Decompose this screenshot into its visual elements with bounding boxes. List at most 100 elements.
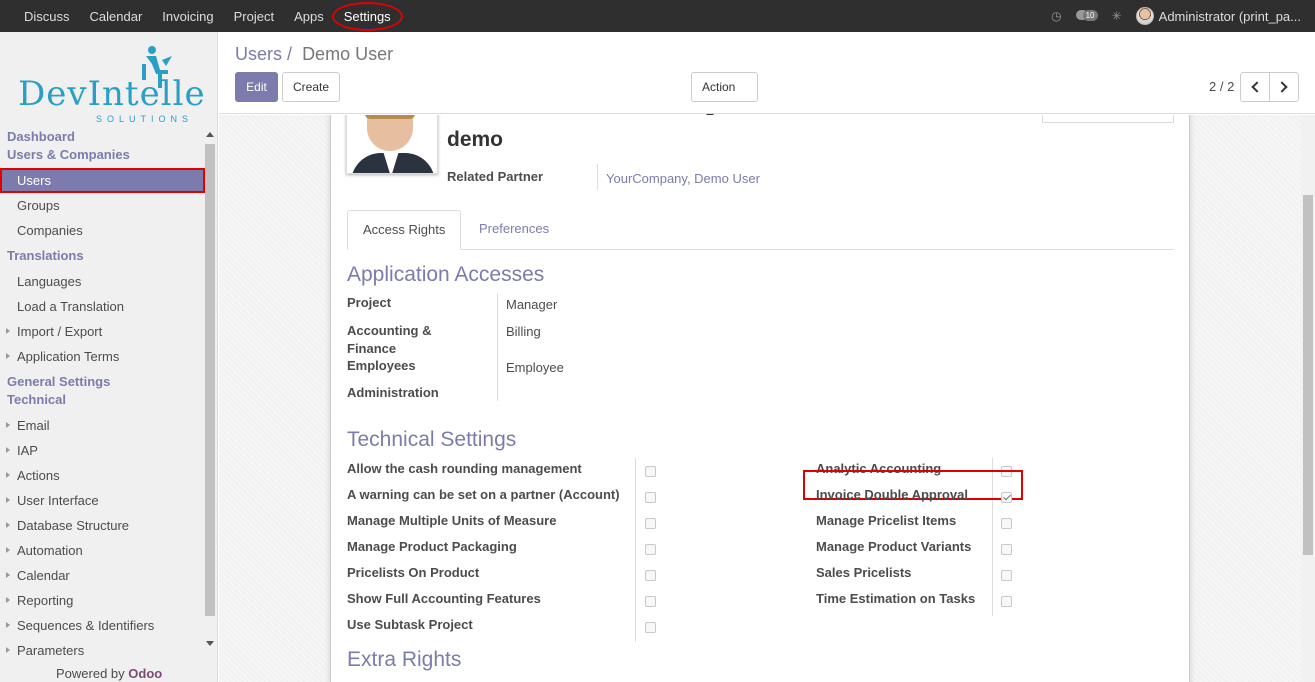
- checkbox-product-packaging[interactable]: [645, 544, 656, 555]
- breadcrumb-separator: /: [287, 44, 293, 64]
- sidebar-item-parameters[interactable]: Parameters: [0, 638, 205, 663]
- checkbox-subtask-project[interactable]: [645, 622, 656, 633]
- main-scrollbar[interactable]: [1301, 115, 1315, 682]
- systray: ◷ 10 ✳ Administrator (print_pa...: [1051, 0, 1301, 32]
- button-box: [1042, 115, 1174, 123]
- sidebar-header-users-companies[interactable]: Users & Companies: [0, 146, 205, 164]
- notebook-tabs: Access Rights Preferences: [347, 210, 1174, 250]
- sidebar-item-application-terms[interactable]: Application Terms: [0, 344, 205, 369]
- checkbox-full-accounting[interactable]: [645, 596, 656, 607]
- top-navbar: Discuss Calendar Invoicing Project Apps …: [0, 0, 1315, 32]
- company-logo[interactable]: DevIntelle SOLUTIONS: [16, 44, 206, 124]
- sidebar-item-database-structure[interactable]: Database Structure: [0, 513, 205, 538]
- sidebar-item-actions[interactable]: Actions: [0, 463, 205, 488]
- sidebar-item-calendar[interactable]: Calendar: [0, 563, 205, 588]
- edit-button[interactable]: Edit: [235, 72, 278, 102]
- sidebar-header-dashboard[interactable]: Dashboard: [0, 128, 205, 146]
- tech-label-full-accounting: Show Full Accounting Features: [347, 591, 541, 606]
- related-partner-label: Related Partner: [447, 169, 544, 184]
- avatar: [1135, 7, 1154, 25]
- breadcrumb-current: Demo User: [302, 44, 394, 64]
- divider: [497, 293, 498, 401]
- checkbox-sales-pricelists[interactable]: [1001, 570, 1012, 581]
- odoo-link[interactable]: Odoo: [128, 666, 162, 681]
- sidebar-item-email[interactable]: Email: [0, 413, 205, 438]
- field-value-employees[interactable]: Employee: [506, 360, 564, 375]
- tech-label-invoice-double-approval: Invoice Double Approval: [816, 487, 968, 502]
- clock-icon[interactable]: ◷: [1051, 9, 1061, 23]
- checkbox-pricelist-items[interactable]: [1001, 518, 1012, 529]
- scrollbar-thumb[interactable]: [205, 144, 215, 616]
- chat-icon[interactable]: 10: [1075, 9, 1098, 23]
- sidebar-menu: Dashboard Users & Companies Users Groups…: [0, 128, 205, 663]
- sidebar-scrollbar[interactable]: [204, 128, 216, 668]
- section-application-accesses: Application Accesses: [347, 263, 545, 286]
- sidebar-item-reporting[interactable]: Reporting: [0, 588, 205, 613]
- tech-label-sales-pricelists: Sales Pricelists: [816, 565, 912, 580]
- chevron-left-icon: [1251, 81, 1263, 93]
- sidebar-item-companies[interactable]: Companies: [0, 218, 205, 243]
- sidebar-item-user-interface[interactable]: User Interface: [0, 488, 205, 513]
- sidebar-item-iap[interactable]: IAP: [0, 438, 205, 463]
- tab-preferences[interactable]: Preferences: [464, 210, 564, 250]
- checkbox-product-variants[interactable]: [1001, 544, 1012, 555]
- sidebar-item-import-export[interactable]: Import / Export: [0, 319, 205, 344]
- user-photo[interactable]: [346, 115, 438, 174]
- action-dropdown[interactable]: Action: [691, 72, 758, 118]
- chat-count-badge: 10: [1082, 10, 1098, 21]
- sidebar-item-sequences[interactable]: Sequences & Identifiers: [0, 613, 205, 638]
- debug-bug-icon[interactable]: ✳: [1112, 9, 1122, 23]
- sidebar-item-languages[interactable]: Languages: [0, 269, 205, 294]
- sidebar-header-general-settings[interactable]: General Settings: [0, 373, 205, 391]
- field-label-administration: Administration: [347, 385, 439, 400]
- menu-calendar[interactable]: Calendar: [80, 9, 153, 24]
- tech-label-product-variants: Manage Product Variants: [816, 539, 972, 554]
- tab-access-rights[interactable]: Access Rights: [347, 210, 462, 250]
- sidebar-header-technical[interactable]: Technical: [0, 391, 205, 409]
- pager-value[interactable]: 2 / 2: [1209, 79, 1234, 94]
- checkbox-cash-rounding[interactable]: [645, 466, 656, 477]
- related-partner-link[interactable]: YourCompany, Demo User: [606, 171, 760, 186]
- sidebar-item-users[interactable]: Users: [0, 168, 205, 193]
- app-menu: Discuss Calendar Invoicing Project Apps …: [14, 0, 403, 32]
- user-menu[interactable]: Administrator (print_pa...: [1135, 7, 1301, 25]
- divider: [597, 164, 598, 190]
- menu-invoicing[interactable]: Invoicing: [152, 9, 223, 24]
- tech-label-partner-warning: A warning can be set on a partner (Accou…: [347, 487, 620, 502]
- breadcrumb-users[interactable]: Users: [235, 44, 282, 64]
- user-name: Administrator (print_pa...: [1158, 8, 1301, 24]
- pager-previous-button[interactable]: [1240, 72, 1270, 102]
- chevron-right-icon: [1276, 81, 1288, 93]
- menu-project[interactable]: Project: [224, 9, 284, 24]
- breadcrumb: Users / Demo User: [235, 44, 393, 65]
- menu-discuss[interactable]: Discuss: [14, 9, 80, 24]
- form-view: demo Related Partner YourCompany, Demo U…: [219, 115, 1301, 682]
- divider: [635, 458, 636, 642]
- scrollbar-thumb[interactable]: [1303, 195, 1313, 555]
- tech-label-product-packaging: Manage Product Packaging: [347, 539, 517, 554]
- checkbox-partner-warning[interactable]: [645, 492, 656, 503]
- menu-settings[interactable]: Settings: [331, 1, 403, 31]
- tech-label-cash-rounding: Allow the cash rounding management: [347, 461, 582, 476]
- menu-apps[interactable]: Apps: [284, 9, 334, 24]
- checkbox-time-estimation[interactable]: [1001, 596, 1012, 607]
- checkbox-pricelists-on-product[interactable]: [645, 570, 656, 581]
- field-value-project[interactable]: Manager: [506, 297, 557, 312]
- sidebar-item-groups[interactable]: Groups: [0, 193, 205, 218]
- checkbox-invoice-double-approval[interactable]: [1001, 492, 1012, 503]
- scroll-down-icon[interactable]: [206, 641, 214, 646]
- scroll-up-icon[interactable]: [206, 132, 214, 137]
- form-sheet: demo Related Partner YourCompany, Demo U…: [330, 115, 1190, 682]
- tech-label-multiple-uom: Manage Multiple Units of Measure: [347, 513, 557, 528]
- sidebar-item-automation[interactable]: Automation: [0, 538, 205, 563]
- field-value-accounting[interactable]: Billing: [506, 324, 541, 339]
- checkbox-multiple-uom[interactable]: [645, 518, 656, 529]
- tech-label-time-estimation: Time Estimation on Tasks: [816, 591, 976, 606]
- control-panel: Users / Demo User Edit Create Action 2 /…: [219, 32, 1315, 118]
- sidebar-item-load-translation[interactable]: Load a Translation: [0, 294, 205, 319]
- section-technical-settings: Technical Settings: [347, 428, 517, 451]
- field-label-accounting: Accounting & Finance: [347, 323, 432, 356]
- sidebar-header-translations[interactable]: Translations: [0, 247, 205, 265]
- pager-next-button[interactable]: [1269, 72, 1299, 102]
- create-button[interactable]: Create: [282, 72, 340, 102]
